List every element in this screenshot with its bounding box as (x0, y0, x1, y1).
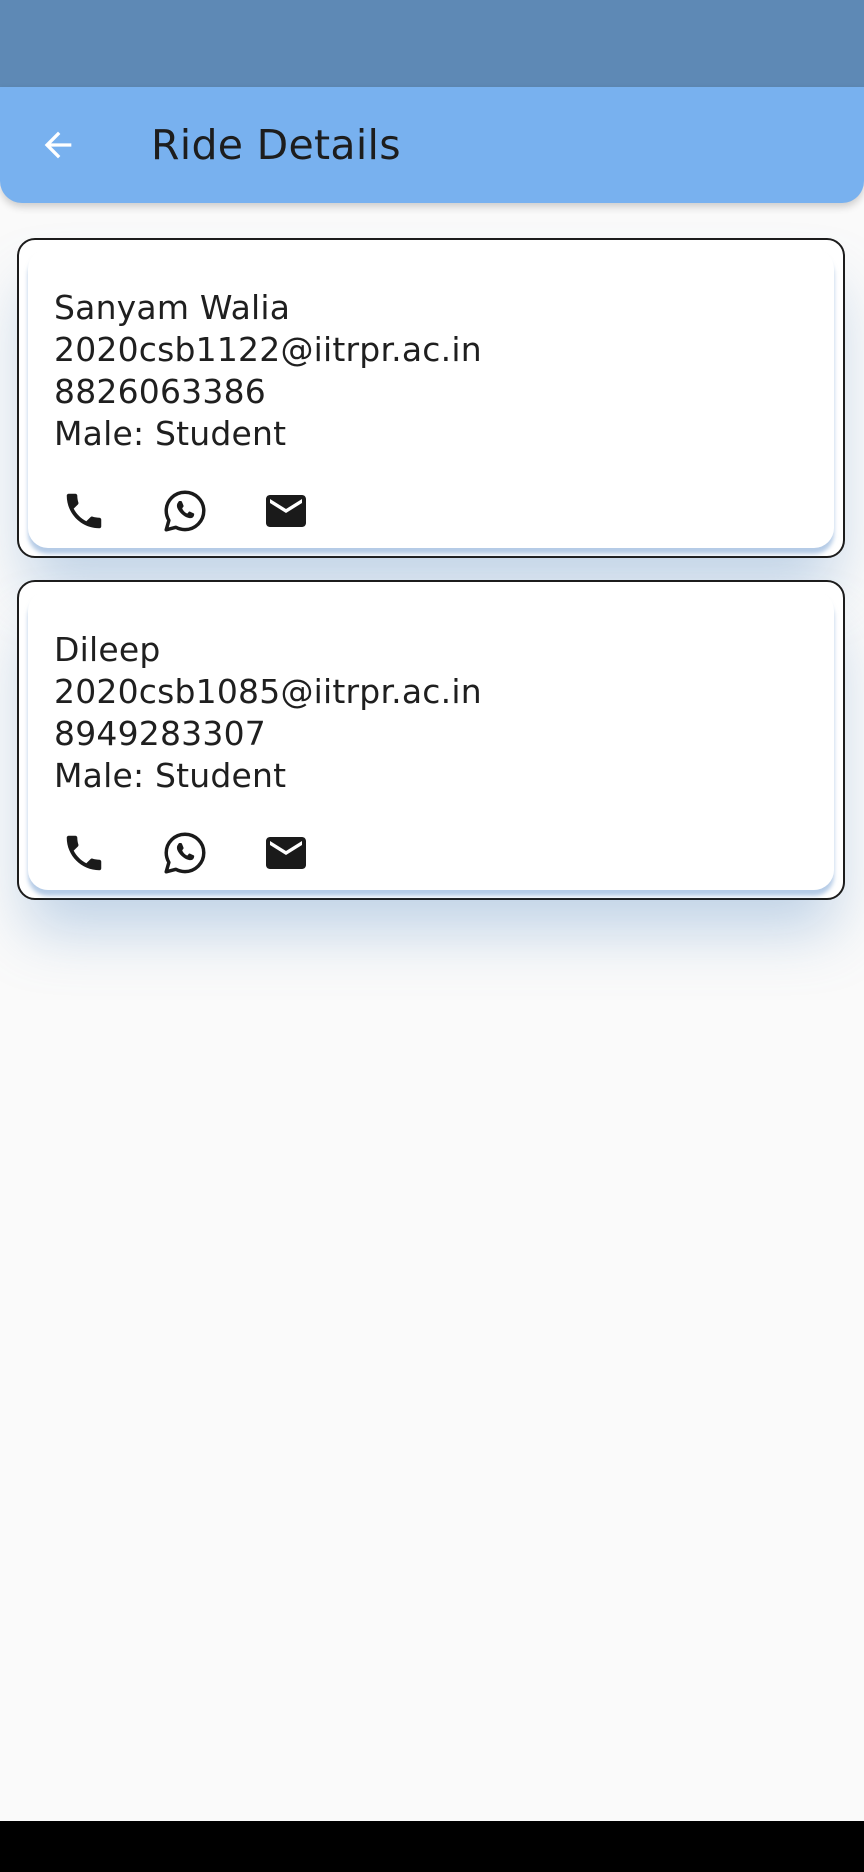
email-button[interactable] (256, 823, 316, 883)
email-icon (266, 495, 306, 527)
rider-email: 2020csb1085@iitrpr.ac.in (54, 672, 482, 711)
back-button[interactable] (22, 109, 94, 181)
contact-actions (54, 481, 316, 541)
email-button[interactable] (256, 481, 316, 541)
contact-actions (54, 823, 316, 883)
email-icon (266, 837, 306, 869)
rider-card: Dileep 2020csb1085@iitrpr.ac.in 89492833… (17, 580, 845, 900)
rider-email: 2020csb1122@iitrpr.ac.in (54, 330, 482, 369)
rider-phone: 8949283307 (54, 714, 266, 753)
rider-phone: 8826063386 (54, 372, 266, 411)
rider-card-body: Dileep 2020csb1085@iitrpr.ac.in 89492833… (28, 591, 834, 890)
call-button[interactable] (54, 481, 114, 541)
app-bar: Ride Details (0, 87, 864, 203)
whatsapp-button[interactable] (155, 823, 215, 883)
whatsapp-icon (164, 490, 206, 532)
whatsapp-icon (164, 832, 206, 874)
rider-name: Sanyam Walia (54, 288, 291, 327)
rider-info: Dileep 2020csb1085@iitrpr.ac.in 89492833… (54, 629, 482, 797)
page-title: Ride Details (151, 121, 401, 169)
rider-card-body: Sanyam Walia 2020csb1122@iitrpr.ac.in 88… (28, 249, 834, 548)
arrow-back-icon (44, 131, 72, 159)
system-navigation-bar (0, 1821, 864, 1872)
rider-gender-role: Male: Student (54, 414, 287, 453)
rider-gender-role: Male: Student (54, 756, 287, 795)
rider-name: Dileep (54, 630, 161, 669)
ride-details-screen: Ride Details Sanyam Walia 2020csb1122@ii… (0, 0, 864, 1872)
call-button[interactable] (54, 823, 114, 883)
rider-card: Sanyam Walia 2020csb1122@iitrpr.ac.in 88… (17, 238, 845, 558)
status-bar (0, 0, 864, 87)
phone-icon (66, 835, 102, 871)
phone-icon (66, 493, 102, 529)
rider-info: Sanyam Walia 2020csb1122@iitrpr.ac.in 88… (54, 287, 482, 455)
whatsapp-button[interactable] (155, 481, 215, 541)
